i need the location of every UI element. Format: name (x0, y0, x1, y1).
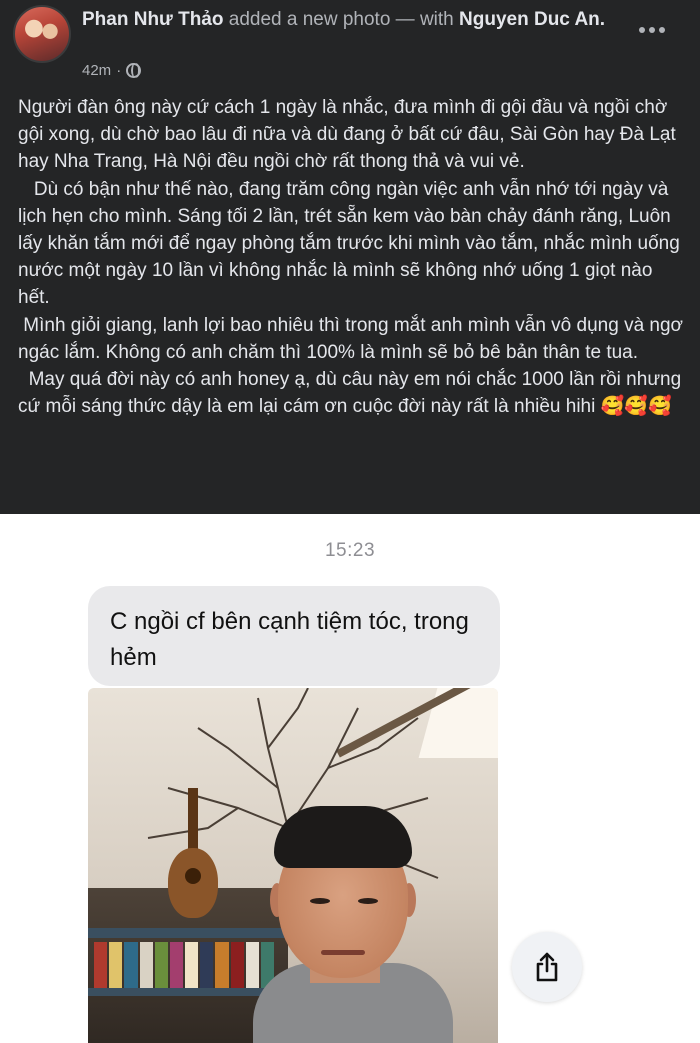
shelf-board (88, 988, 288, 996)
selfie-image[interactable] (88, 688, 498, 1043)
post-action-text: added a new photo — with (223, 9, 460, 30)
post-text: Người đàn ông này cứ cách 1 ngày là nhắc… (18, 94, 688, 420)
books (94, 942, 275, 988)
shelf-board (88, 928, 288, 938)
tagged-suffix: . (599, 9, 606, 30)
post-paragraph: May quá đời này có anh honey ạ, dù câu n… (18, 369, 687, 418)
share-icon (536, 952, 558, 982)
person-eye (358, 898, 378, 904)
author-avatar[interactable] (13, 5, 71, 63)
guitar-hole (185, 868, 201, 884)
share-button[interactable] (512, 932, 582, 1002)
message-text: C ngồi cf bên cạnh tiệm tóc, trong hẻm (110, 608, 469, 671)
post-author-line: Phan Như Thảo added a new photo — with N… (82, 6, 627, 33)
author-name[interactable]: Phan Như Thảo (82, 9, 223, 30)
post-paragraph: Dù có bận như thế nào, đang trăm công ng… (18, 178, 686, 309)
post-meta: 42m · (82, 62, 142, 79)
tagged-person-name[interactable]: Nguyen Duc An (459, 9, 600, 30)
facebook-post: Phan Như Thảo added a new photo — with N… (0, 0, 700, 1043)
message-bubble: C ngồi cf bên cạnh tiệm tóc, trong hẻm (88, 586, 500, 686)
person-hair (274, 806, 412, 868)
post-photo[interactable]: 15:23 C ngồi cf bên cạnh tiệm tóc, trong… (0, 514, 700, 1043)
meta-separator: · (116, 62, 122, 79)
message-timestamp: 15:23 (324, 540, 376, 561)
person-mouth (321, 950, 365, 955)
post-paragraph: Mình giỏi giang, lanh lợi bao nhiêu thì … (18, 314, 689, 363)
more-horizontal-icon[interactable] (638, 18, 666, 42)
post-timestamp[interactable]: 42m (82, 62, 111, 79)
post-header: Phan Như Thảo added a new photo — with N… (0, 0, 700, 90)
person-eye (310, 898, 330, 904)
globe-icon[interactable] (126, 63, 142, 78)
post-paragraph: Người đàn ông này cứ cách 1 ngày là nhắc… (18, 97, 682, 173)
